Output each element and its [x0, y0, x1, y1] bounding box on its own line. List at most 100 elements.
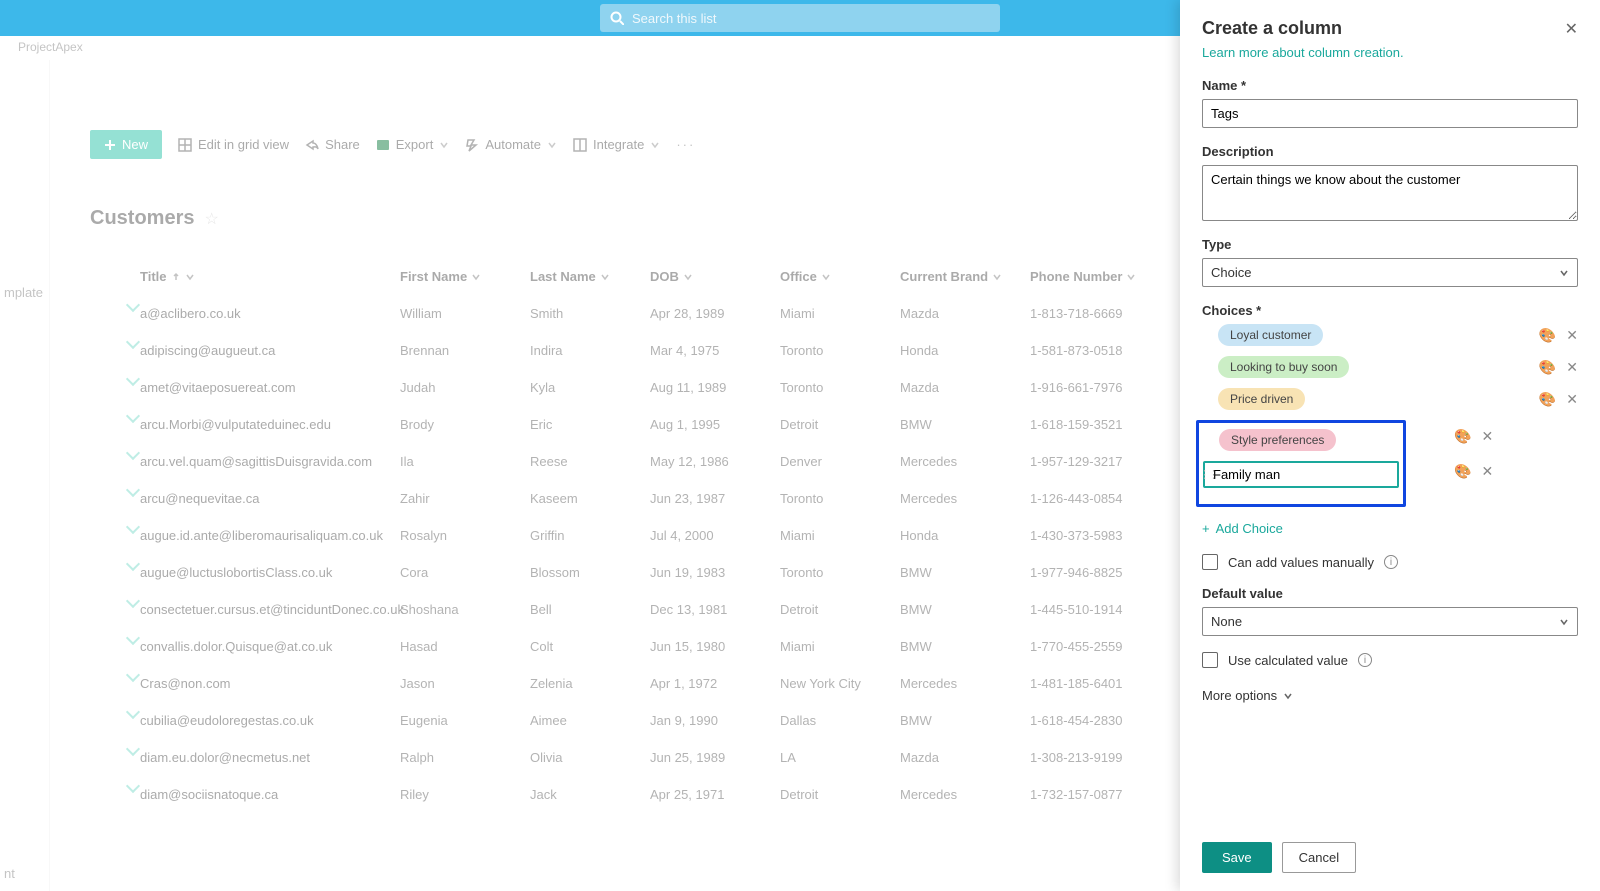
palette-icon[interactable]: 🎨	[1454, 463, 1471, 480]
table-cell: Indira	[530, 343, 650, 358]
type-label: Type	[1202, 237, 1578, 252]
delete-choice-icon[interactable]: ✕	[1481, 428, 1493, 445]
column-header[interactable]: Office	[780, 269, 900, 284]
description-input[interactable]	[1202, 165, 1578, 221]
add-choice-button[interactable]: + Add Choice	[1202, 521, 1578, 536]
left-nav-clipped: mplate nt	[0, 60, 50, 891]
delete-choice-icon[interactable]: ✕	[1566, 327, 1578, 344]
default-value-select[interactable]: None	[1202, 607, 1578, 636]
chevron-down-icon	[600, 272, 610, 282]
table-cell: cubilia@eudoloregestas.co.uk	[140, 713, 400, 728]
more-options-toggle[interactable]: More options	[1202, 688, 1578, 703]
automate-button[interactable]: Automate	[465, 137, 557, 152]
delete-choice-icon[interactable]: ✕	[1481, 463, 1493, 480]
grid-icon	[178, 138, 192, 152]
column-header[interactable]: Title	[140, 269, 400, 284]
calculated-value-checkbox[interactable]	[1202, 652, 1218, 668]
save-button[interactable]: Save	[1202, 842, 1272, 873]
table-cell: Mercedes	[900, 787, 1030, 802]
table-cell: Honda	[900, 343, 1030, 358]
table-cell: Zelenia	[530, 676, 650, 691]
table-cell: convallis.dolor.Quisque@at.co.uk	[140, 639, 400, 654]
search-icon	[610, 11, 624, 25]
table-cell: Aimee	[530, 713, 650, 728]
column-header[interactable]: Current Brand	[900, 269, 1030, 284]
table-cell: LA	[780, 750, 900, 765]
table-cell: Mazda	[900, 306, 1030, 321]
table-cell: Jan 9, 1990	[650, 713, 780, 728]
edit-grid-button[interactable]: Edit in grid view	[178, 137, 289, 152]
table-cell: Mercedes	[900, 491, 1030, 506]
default-value-label: Default value	[1202, 586, 1578, 601]
choice-chip[interactable]: Price driven	[1218, 388, 1305, 410]
list-title: Customers	[90, 207, 194, 230]
column-header-label: Phone Number	[1030, 269, 1122, 284]
table-cell: Jason	[400, 676, 530, 691]
integrate-button[interactable]: Integrate	[573, 137, 660, 152]
automate-icon	[465, 138, 479, 152]
table-cell: Mar 4, 1975	[650, 343, 780, 358]
close-panel-button[interactable]: ✕	[1565, 19, 1578, 39]
table-cell: Olivia	[530, 750, 650, 765]
choice-row: Loyal customer 🎨 ✕	[1202, 324, 1578, 346]
chevron-down-icon	[683, 272, 693, 282]
table-cell: May 12, 1986	[650, 454, 780, 469]
table-cell: Brennan	[400, 343, 530, 358]
table-cell: Kyla	[530, 380, 650, 395]
table-cell: 1-581-873-0518	[1030, 343, 1170, 358]
choice-row-editing: ⋮⋮	[1203, 461, 1399, 488]
manual-values-checkbox[interactable]	[1202, 554, 1218, 570]
info-icon[interactable]: i	[1358, 653, 1372, 667]
table-cell: BMW	[900, 565, 1030, 580]
table-cell: BMW	[900, 713, 1030, 728]
new-button[interactable]: New	[90, 130, 162, 159]
choice-row: Style preferences	[1203, 429, 1399, 451]
manual-values-label: Can add values manually	[1228, 555, 1374, 570]
table-cell: Eugenia	[400, 713, 530, 728]
chevron-down-icon	[185, 272, 195, 282]
table-cell: Ralph	[400, 750, 530, 765]
table-cell: Shoshana	[400, 602, 530, 617]
choice-chip[interactable]: Loyal customer	[1218, 324, 1323, 346]
column-header[interactable]: First Name	[400, 269, 530, 284]
more-options-label: More options	[1202, 688, 1277, 703]
choice-text-input[interactable]	[1203, 461, 1399, 488]
info-icon[interactable]: i	[1384, 555, 1398, 569]
create-column-panel: Create a column ✕ Learn more about colum…	[1180, 0, 1600, 891]
palette-icon[interactable]: 🎨	[1539, 359, 1556, 376]
choice-chip[interactable]: Style preferences	[1219, 429, 1336, 451]
table-cell: Kaseem	[530, 491, 650, 506]
table-cell: Rosalyn	[400, 528, 530, 543]
choice-chip[interactable]: Looking to buy soon	[1218, 356, 1349, 378]
delete-choice-icon[interactable]: ✕	[1566, 359, 1578, 376]
share-icon	[305, 138, 319, 152]
table-cell: BMW	[900, 602, 1030, 617]
search-box[interactable]	[600, 4, 1000, 32]
table-cell: amet@vitaeposuereat.com	[140, 380, 400, 395]
table-cell: Detroit	[780, 787, 900, 802]
chevron-down-icon	[992, 272, 1002, 282]
drag-handle-icon[interactable]: ⋮⋮	[1199, 468, 1217, 481]
column-header[interactable]: Last Name	[530, 269, 650, 284]
table-cell: Zahir	[400, 491, 530, 506]
type-select[interactable]: Choice	[1202, 258, 1578, 287]
delete-choice-icon[interactable]: ✕	[1566, 391, 1578, 408]
learn-more-link[interactable]: Learn more about column creation.	[1202, 45, 1578, 60]
share-button[interactable]: Share	[305, 137, 360, 152]
table-cell: Jack	[530, 787, 650, 802]
favorite-star-icon[interactable]: ☆	[204, 209, 218, 229]
palette-icon[interactable]: 🎨	[1454, 428, 1471, 445]
palette-icon[interactable]: 🎨	[1539, 391, 1556, 408]
chevron-down-icon	[1559, 268, 1569, 278]
palette-icon[interactable]: 🎨	[1539, 327, 1556, 344]
export-button[interactable]: Export	[376, 137, 450, 152]
column-header[interactable]: Phone Number	[1030, 269, 1170, 284]
column-header[interactable]: DOB	[650, 269, 780, 284]
table-cell: 1-308-213-9199	[1030, 750, 1170, 765]
name-input[interactable]	[1202, 99, 1578, 128]
table-cell: Aug 11, 1989	[650, 380, 780, 395]
more-actions-button[interactable]: ···	[676, 137, 695, 152]
table-cell: 1-445-510-1914	[1030, 602, 1170, 617]
cancel-button[interactable]: Cancel	[1282, 842, 1356, 873]
search-input[interactable]	[632, 11, 990, 26]
